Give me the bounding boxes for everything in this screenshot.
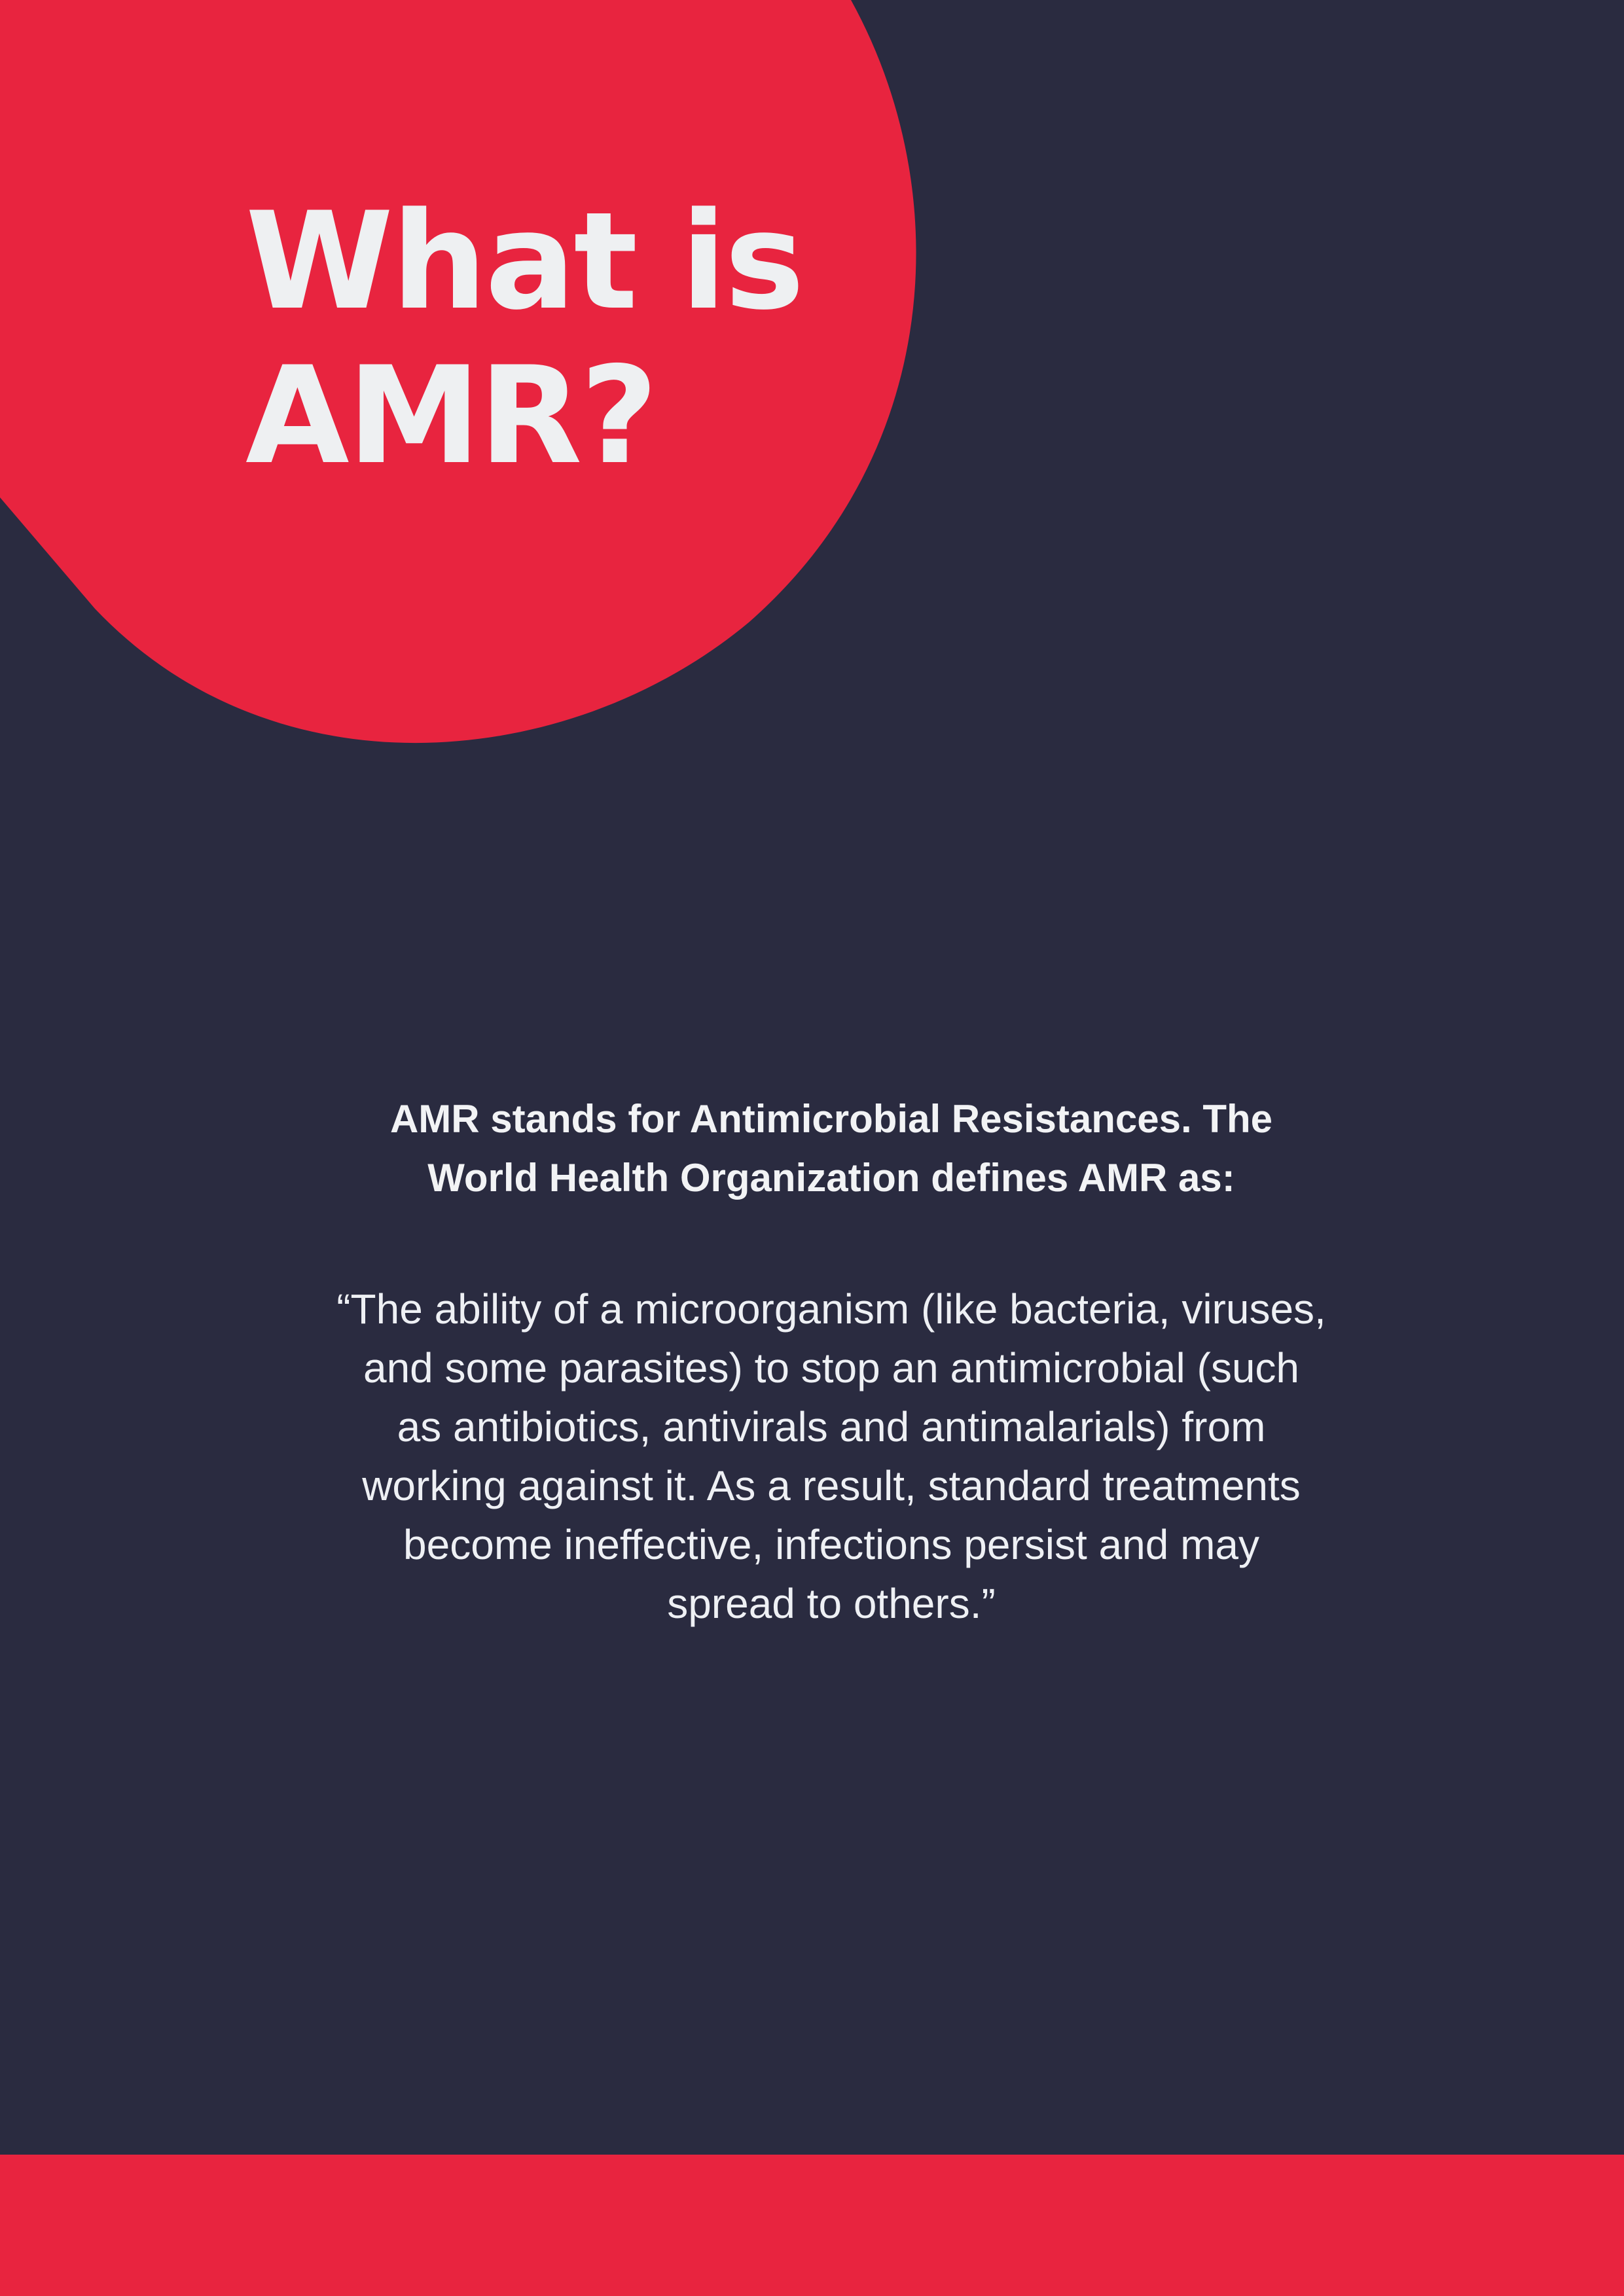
quote-line-5: become ineffective, infections persist a… (403, 1521, 1259, 1568)
page-title: What is AMR? (245, 184, 804, 494)
quote-line-1: “The ability of a microorganism (like ba… (336, 1285, 1326, 1333)
intro-line-2: World Health Organization defines AMR as… (427, 1156, 1235, 1200)
page: What is AMR? AMR stands for Antimicrobia… (0, 0, 1624, 2296)
quote-line-3: as antibiotics, antivirals and antimalar… (397, 1403, 1266, 1450)
intro-line-1: AMR stands for Antimicrobial Resistances… (389, 1097, 1273, 1141)
footer-bar (0, 2155, 1624, 2296)
page-title-line-2: AMR? (245, 338, 658, 494)
definition-quote: “The ability of a microorganism (like ba… (265, 1280, 1398, 1633)
quote-line-4: working against it. As a result, standar… (362, 1462, 1301, 1509)
quote-line-2: and some parasites) to stop an antimicro… (363, 1344, 1300, 1391)
intro-text: AMR stands for Antimicrobial Resistances… (288, 1090, 1375, 1208)
quote-line-6: spread to others.” (667, 1580, 996, 1627)
page-title-line-1: What is (245, 184, 804, 340)
